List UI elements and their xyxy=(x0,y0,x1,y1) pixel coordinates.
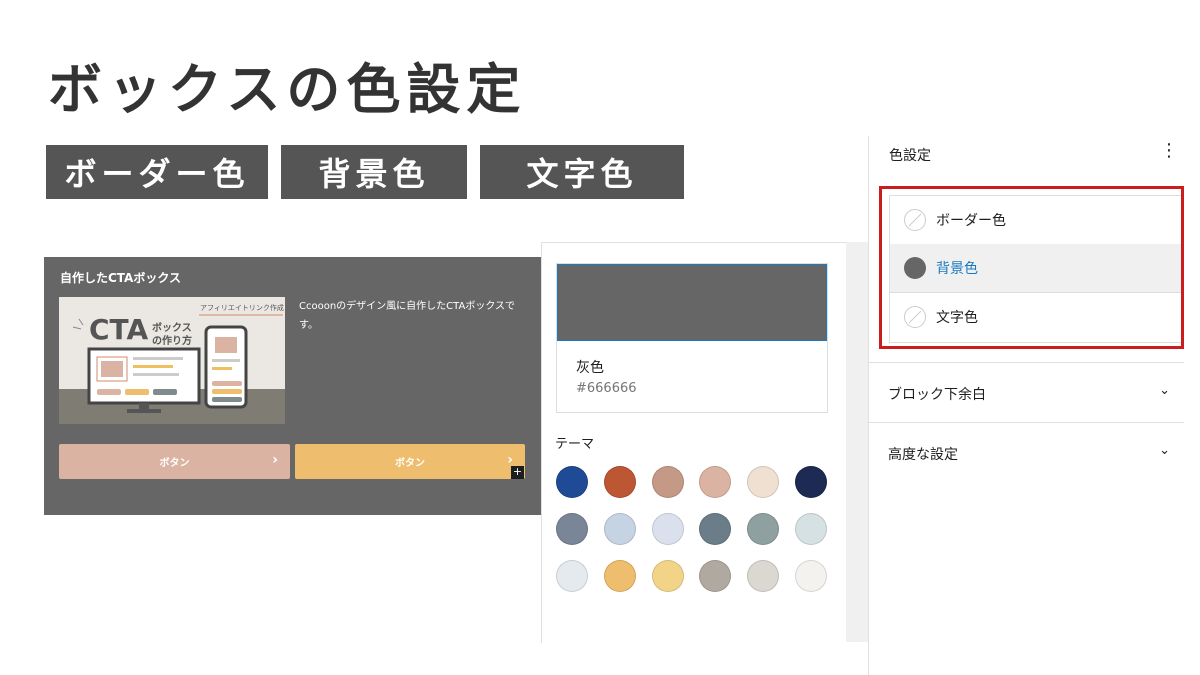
cta-image-small-text2: の作り方 xyxy=(152,336,192,347)
section-advanced-settings-label: 高度な設定 xyxy=(888,447,958,463)
palette-swatch[interactable] xyxy=(603,513,636,545)
section-advanced-settings[interactable]: 高度な設定 ⌄ xyxy=(869,422,1184,483)
palette-swatch[interactable] xyxy=(651,513,684,545)
cta-title: 自作したCTAボックス xyxy=(60,271,181,285)
palette-swatch[interactable] xyxy=(651,466,684,498)
section-block-bottom-margin[interactable]: ブロック下余白 ⌄ xyxy=(869,362,1184,423)
label-text-color: 文字色 xyxy=(480,145,684,199)
palette-swatch[interactable] xyxy=(747,466,780,498)
section-block-bottom-margin-label: ブロック下余白 xyxy=(888,387,986,403)
palette-swatch[interactable] xyxy=(556,513,588,545)
theme-label: テーマ xyxy=(555,437,595,452)
palette-swatch[interactable] xyxy=(795,513,827,545)
palette-swatch[interactable] xyxy=(603,560,636,592)
selected-color-card[interactable]: 灰色 #666666 xyxy=(556,263,828,413)
more-options-icon[interactable]: ⋮ xyxy=(1159,140,1179,161)
palette-swatch[interactable] xyxy=(603,466,636,498)
palette-swatch[interactable] xyxy=(747,560,780,592)
label-background-color: 背景色 xyxy=(281,145,467,199)
selected-color-swatch[interactable] xyxy=(557,264,827,341)
selected-color-hex: #666666 xyxy=(576,381,637,396)
palette-swatch[interactable] xyxy=(556,560,588,592)
palette-swatch[interactable] xyxy=(556,466,588,498)
cta-button-1-label: ボタン xyxy=(159,458,190,469)
panel-scroll-strip xyxy=(846,242,868,642)
cta-image: CTA ボックス の作り方 アフィリエイトリンク作成 xyxy=(59,297,285,424)
cta-image-big-text: CTA xyxy=(89,313,149,346)
cta-button-1[interactable]: ボタン › xyxy=(59,444,290,479)
add-block-icon[interactable]: + xyxy=(511,466,524,479)
chevron-right-icon: › xyxy=(272,452,278,468)
selected-color-name: 灰色 xyxy=(576,360,604,376)
cta-button-2[interactable]: ボタン › xyxy=(295,444,525,479)
chevron-down-icon: ⌄ xyxy=(1159,443,1170,458)
palette-swatch[interactable] xyxy=(651,560,684,592)
highlight-frame xyxy=(879,186,1184,349)
cta-box-preview[interactable]: 自作したCTAボックス CTA ボックス の作り方 アフィリエイトリンク作成 C… xyxy=(44,257,541,515)
cta-image-tag: アフィリエイトリンク作成 xyxy=(200,304,284,312)
palette-swatch[interactable] xyxy=(795,466,827,498)
page-title: ボックスの色設定 xyxy=(48,58,527,121)
label-border-color: ボーダー色 xyxy=(46,145,268,199)
chevron-down-icon: ⌄ xyxy=(1159,383,1170,398)
palette-swatch[interactable] xyxy=(747,513,780,545)
palette-swatch[interactable] xyxy=(795,560,827,592)
cta-description: Ccooonのデザイン風に自作したCTAボックスです。 xyxy=(299,301,516,331)
cta-button-2-label: ボタン xyxy=(395,458,425,469)
color-settings-header: 色設定 xyxy=(889,148,931,164)
